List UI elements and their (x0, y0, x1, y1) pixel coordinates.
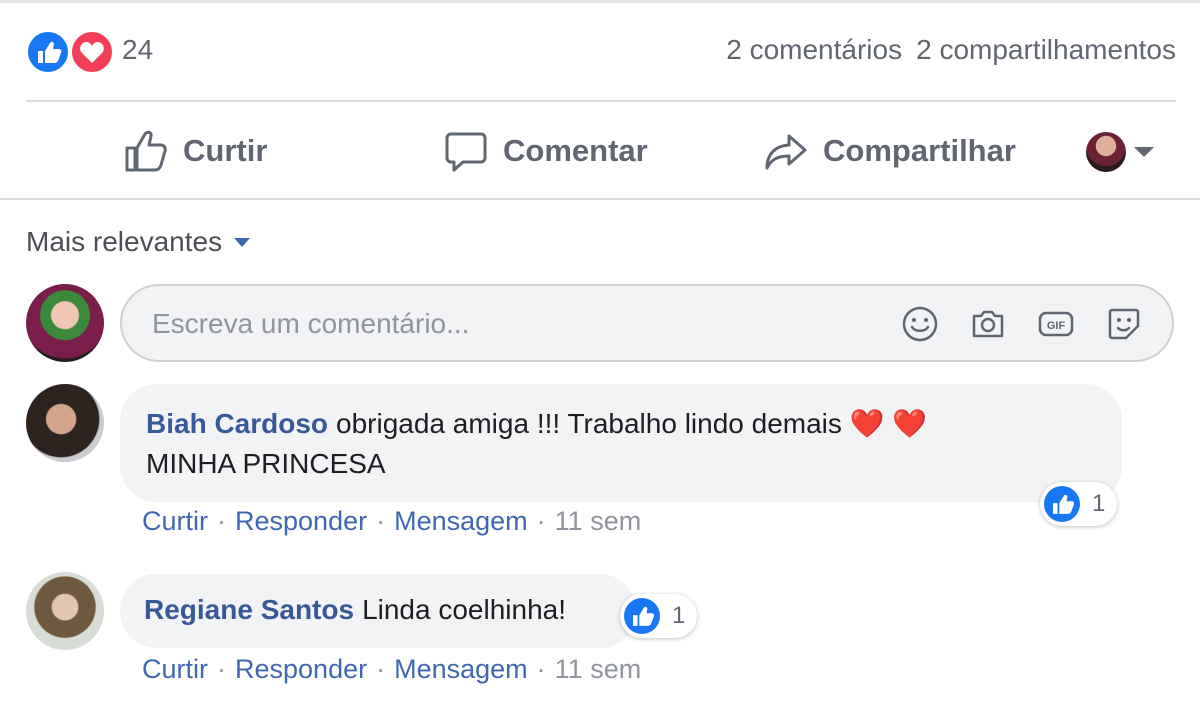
sticker-icon[interactable] (1104, 304, 1144, 344)
comment-reaction-count[interactable]: 1 (1040, 482, 1118, 526)
comment-author[interactable]: Biah Cardoso (146, 408, 328, 439)
summary-divider (26, 100, 1176, 102)
actions-divider (0, 198, 1200, 200)
comment-message-link[interactable]: Mensagem (394, 654, 528, 684)
comment-like-link[interactable]: Curtir (142, 506, 208, 536)
like-icon (26, 30, 70, 74)
comment-composer[interactable]: GIF (120, 284, 1174, 362)
like-icon (624, 598, 660, 634)
comment-actions: Curtir · Responder · Mensagem · 11 sem (142, 654, 642, 684)
comment-sort-dropdown[interactable]: Mais relevantes (26, 226, 251, 258)
caret-down-icon (234, 237, 251, 247)
comment-like-count: 1 (1092, 490, 1106, 517)
comment-button[interactable]: Comentar (443, 126, 648, 176)
comment-input[interactable] (150, 300, 854, 348)
comment-timestamp[interactable]: 11 sem (555, 506, 642, 536)
comment-text: Linda coelhinha! (362, 594, 567, 625)
love-icon (70, 30, 114, 74)
shares-count-link[interactable]: 2 compartilhamentos (916, 34, 1176, 65)
comment-like-count: 1 (672, 602, 686, 629)
gif-icon[interactable]: GIF (1036, 304, 1076, 344)
svg-text:GIF: GIF (1047, 320, 1066, 332)
camera-icon[interactable] (968, 304, 1008, 344)
reaction-count[interactable]: 24 (122, 34, 153, 66)
share-arrow-icon (765, 134, 807, 170)
comment-bubble: Regiane Santos Linda coelhinha! (120, 574, 636, 648)
caret-down-icon (1134, 147, 1154, 157)
post-action-bar: Curtir Comentar Compartilhar (0, 104, 1200, 196)
comment-text: obrigada amiga !!! Trabalho lindo demais… (336, 408, 928, 439)
avatar (1086, 132, 1126, 172)
post-stats: 2 comentários 2 compartilhamentos (712, 34, 1176, 66)
comment-bubble: Biah Cardoso obrigada amiga !!! Trabalho … (120, 384, 1122, 502)
comment-author[interactable]: Regiane Santos (144, 594, 354, 625)
comments-count-link[interactable]: 2 comentários (726, 34, 902, 65)
comment-actions: Curtir · Responder · Mensagem · 11 sem (142, 506, 642, 536)
speech-bubble-icon (445, 132, 487, 172)
comment-reply-link[interactable]: Responder (235, 506, 367, 536)
emoji-icon[interactable] (900, 304, 940, 344)
like-button-label: Curtir (183, 133, 268, 168)
reactions-summary: 24 2 comentários 2 compartilhamentos (26, 28, 1176, 74)
comment-like-link[interactable]: Curtir (142, 654, 208, 684)
share-button[interactable]: Compartilhar (763, 126, 1016, 176)
top-divider (0, 0, 1200, 3)
share-button-label: Compartilhar (823, 133, 1016, 168)
comment-reply-link[interactable]: Responder (235, 654, 367, 684)
sort-label: Mais relevantes (26, 226, 223, 257)
like-icon (1044, 486, 1080, 522)
thumbs-up-icon (125, 130, 167, 172)
reaction-profile-selector[interactable] (1086, 130, 1154, 174)
comment-reaction-count[interactable]: 1 (620, 594, 698, 638)
comment-text-line2: MINHA PRINCESA (146, 448, 386, 479)
commenter-avatar[interactable] (26, 572, 104, 650)
like-button[interactable]: Curtir (123, 126, 267, 176)
comment-message-link[interactable]: Mensagem (394, 506, 528, 536)
current-user-avatar[interactable] (26, 284, 104, 362)
comment-button-label: Comentar (503, 133, 648, 168)
commenter-avatar[interactable] (26, 384, 104, 462)
comment-timestamp[interactable]: 11 sem (555, 654, 642, 684)
